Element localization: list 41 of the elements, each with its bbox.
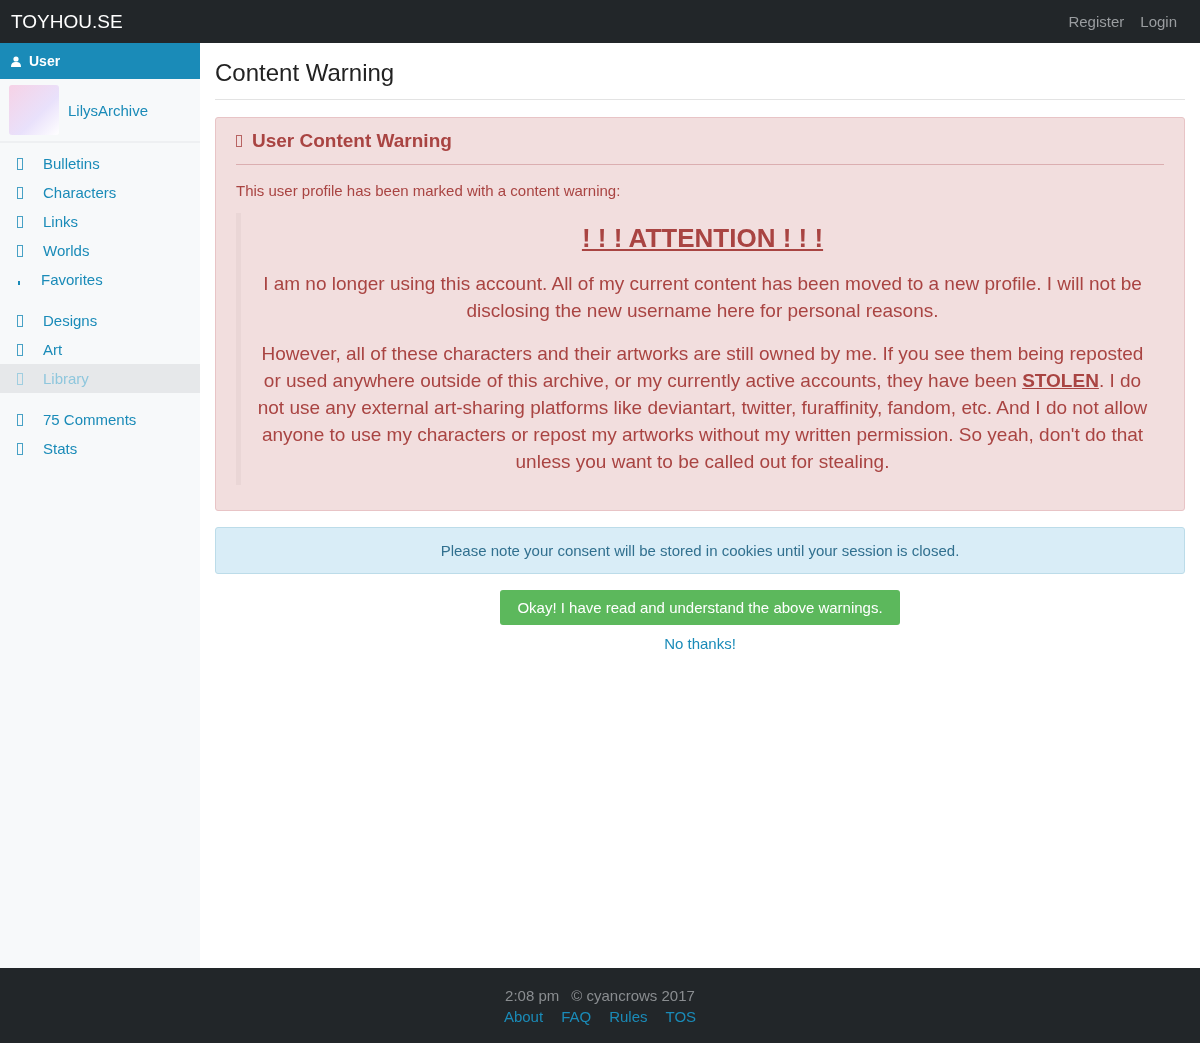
- page-title: Content Warning: [215, 57, 1185, 100]
- box-icon: [17, 244, 23, 257]
- username-link[interactable]: LilysArchive: [68, 101, 149, 119]
- box-icon: [17, 372, 23, 385]
- consent-notice: Please note your consent will be stored in cookies until your session is closed.: [215, 527, 1185, 574]
- avatar-placeholder[interactable]: [9, 85, 59, 135]
- footer-link[interactable]: Rules: [609, 1007, 648, 1025]
- footer-link[interactable]: TOS: [665, 1007, 697, 1025]
- warning-title: User Content Warning: [252, 130, 452, 152]
- decline-link[interactable]: No thanks!: [664, 635, 736, 652]
- warning-paragraph: However, all of these characters and their artworks are still owned by me. If you see them being reposted or used anywhere outside of this archive, or my currently active accounts, they have been STOLEN. I do not use any external art-sharing platforms like deviantart, twitter, furaffinity, fandom, etc. And I do not allow anyone to use my characters or repost my artworks without my written permission. So yeah, don't do that unless you want to be called out for stealing.: [256, 342, 1149, 474]
- site-logo[interactable]: TOYHOU.SE: [11, 10, 123, 33]
- attention-heading: ! ! ! ATTENTION ! ! !: [580, 223, 825, 254]
- sidebar-item[interactable]: Art: [0, 335, 200, 364]
- box-icon: [17, 215, 23, 228]
- footer-copyright: © cyancrows 2017: [571, 986, 695, 1004]
- nav-link[interactable]: Register: [1068, 13, 1125, 30]
- warning-paragraph: I am no longer using this account. All of my current content has been moved to a new profile. I will not be disclosing the new username here for personal reasons.: [262, 272, 1143, 323]
- box-icon: [17, 413, 23, 426]
- sidebar-item[interactable]: Favorites: [0, 265, 200, 294]
- footer-link[interactable]: FAQ: [561, 1007, 592, 1025]
- sidebar-item[interactable]: 75 Comments: [0, 405, 200, 434]
- warning-intro: This user profile has been marked with a content warning:: [236, 182, 622, 199]
- box-icon: [236, 135, 242, 147]
- sidebar-title: User: [29, 53, 61, 69]
- sidebar-item[interactable]: Stats: [0, 434, 200, 463]
- box-icon: [17, 343, 23, 356]
- sidebar-item[interactable]: Characters: [0, 178, 200, 207]
- box-icon: [17, 442, 23, 455]
- footer-link[interactable]: About: [503, 1007, 544, 1025]
- box-icon: [17, 314, 23, 327]
- sidebar-item[interactable]: Worlds: [0, 236, 200, 265]
- box-icon: [17, 186, 23, 199]
- box-icon: [17, 157, 23, 170]
- footer-time: 2:08 pm: [505, 986, 560, 1004]
- sidebar-item[interactable]: Bulletins: [0, 149, 200, 178]
- sidebar-item[interactable]: Links: [0, 207, 200, 236]
- sidebar-item[interactable]: Designs: [0, 306, 200, 335]
- user-icon: [11, 55, 21, 67]
- nav-link[interactable]: Login: [1140, 13, 1177, 30]
- accept-button[interactable]: Okay! I have read and understand the above warnings.: [500, 590, 900, 625]
